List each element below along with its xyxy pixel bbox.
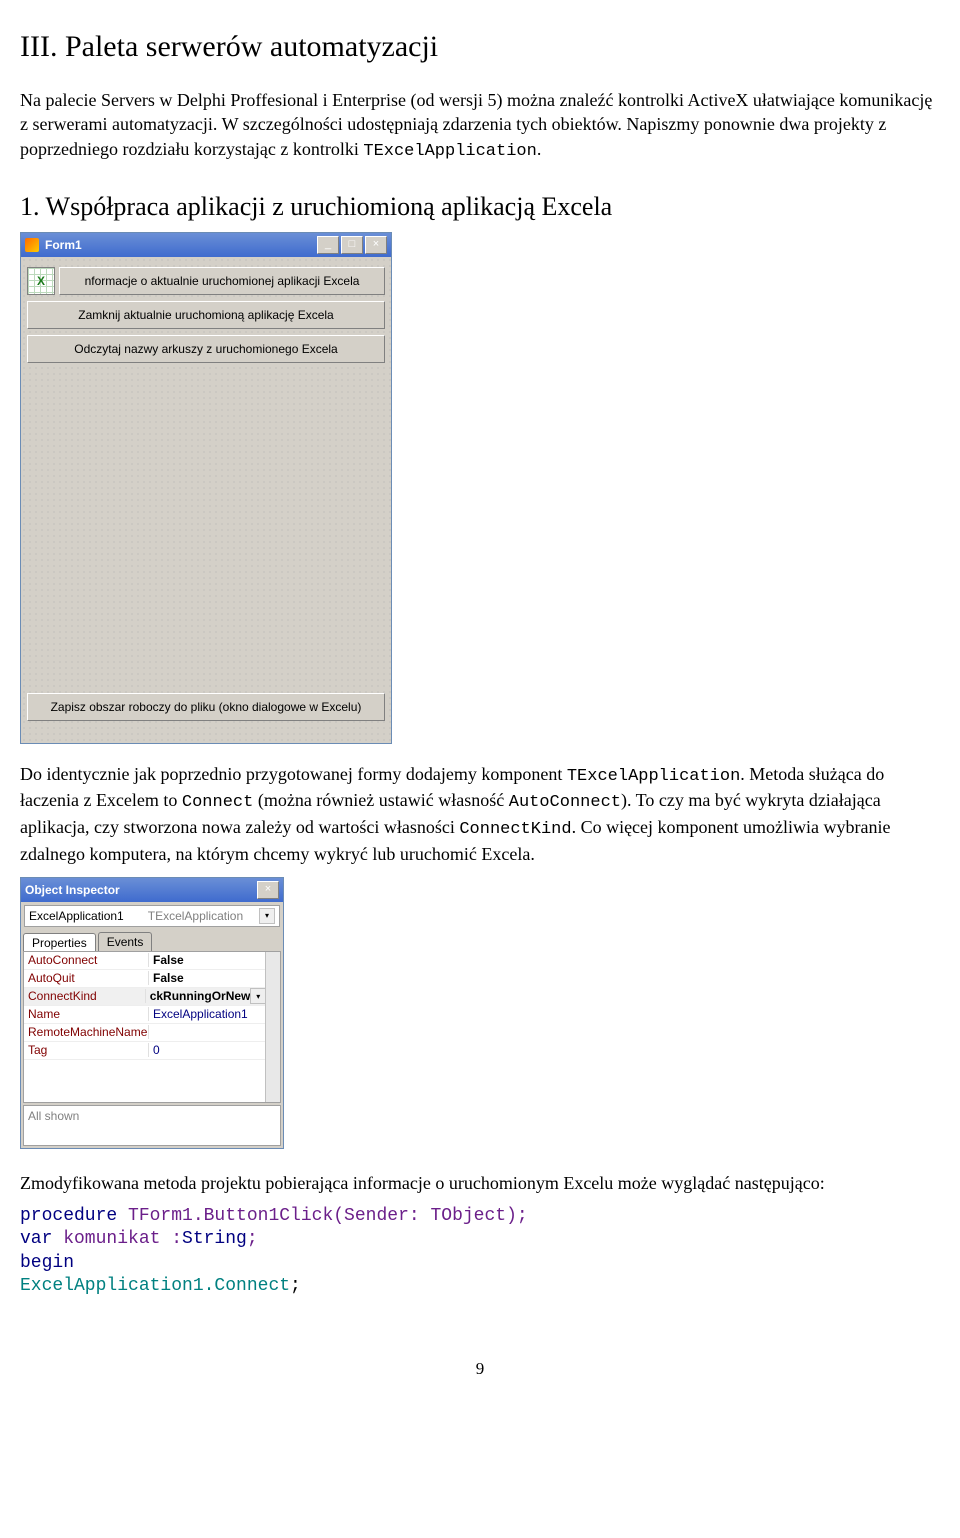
close-button[interactable]: × [257,881,279,899]
keyword: var [20,1229,52,1249]
titlebar[interactable]: Form1 _ □ × [21,233,391,257]
text: (można również ustawić własność [253,790,508,810]
titlebar[interactable]: Object Inspector × [21,878,283,902]
property-name: AutoConnect [24,953,149,967]
object-inspector-window: Object Inspector × ExcelApplication1 TEx… [20,877,284,1149]
page-number: 9 [20,1359,940,1379]
property-name: RemoteMachineName [24,1025,149,1039]
maximize-button[interactable]: □ [341,236,363,254]
code-inline: TExcelApplication [567,767,740,786]
property-value[interactable]: ckRunningOrNew [146,989,251,1003]
tab-properties[interactable]: Properties [23,933,96,952]
app-icon [25,238,39,252]
window-title: Form1 [45,238,317,252]
identifier: ExcelApplication1.Connect [20,1276,290,1296]
tab-events[interactable]: Events [98,932,153,951]
property-value[interactable]: False [149,953,184,967]
info-button[interactable]: nformacje o aktualnie uruchomionej aplik… [59,267,385,295]
close-button[interactable]: × [365,236,387,254]
property-name: Tag [24,1043,149,1057]
property-row[interactable]: ConnectKind ckRunningOrNew ▾ [24,988,280,1006]
text: . [537,139,542,159]
heading-main: III. Paleta serwerów automatyzacji [20,30,940,64]
text: Do identycznie jak poprzednio przygotowa… [20,764,567,784]
scrollbar[interactable] [265,952,280,1102]
chevron-down-icon[interactable]: ▾ [259,908,275,924]
property-grid[interactable]: AutoConnect False AutoQuit False Connect… [23,951,281,1103]
paragraph-mid: Do identycznie jak poprzednio przygotowa… [20,762,940,867]
punct: ; [247,1229,258,1249]
minimize-button[interactable]: _ [317,236,339,254]
close-excel-button[interactable]: Zamknij aktualnie uruchomioną aplikację … [27,301,385,329]
heading-sub-1: 1. Współpraca aplikacji z uruchiomioną a… [20,192,940,222]
property-row[interactable]: Name ExcelApplication1 [24,1006,280,1024]
code-inline: AutoConnect [509,793,621,812]
excel-application-icon[interactable]: X [27,267,55,295]
property-row[interactable]: AutoConnect False [24,952,280,970]
property-row[interactable]: Tag 0 [24,1042,280,1060]
chevron-down-icon[interactable]: ▾ [250,988,266,1004]
code-inline: Connect [182,793,253,812]
punct: ; [290,1276,301,1296]
read-sheets-button[interactable]: Odczytaj nazwy arkuszy z uruchomionego E… [27,335,385,363]
selected-component: ExcelApplication1 [29,909,124,923]
property-value[interactable]: 0 [149,1043,160,1057]
delphi-form-window: Form1 _ □ × X nformacje o aktualnie uruc… [20,232,392,744]
code-block: procedure TForm1.Button1Click(Sender: TO… [20,1205,940,1299]
inspector-tabs: Properties Events [21,930,283,951]
inspector-footer: All shown [23,1105,281,1146]
property-value[interactable]: ExcelApplication1 [149,1007,248,1021]
property-row[interactable]: AutoQuit False [24,970,280,988]
identifier: komunikat : [52,1229,182,1249]
identifier: TForm1.Button1Click(Sender: TObject); [117,1206,527,1226]
code-inline: TExcelApplication [363,142,536,161]
code-inline: ConnectKind [459,820,571,839]
property-value[interactable]: False [149,971,184,985]
keyword: String [182,1229,247,1249]
form-client-area: X nformacje o aktualnie uruchomionej apl… [21,257,391,743]
window-title: Object Inspector [25,883,257,897]
paragraph-outro: Zmodyfikowana metoda projektu pobierając… [20,1171,940,1195]
property-name: ConnectKind [24,989,146,1003]
property-name: Name [24,1007,149,1021]
paragraph-intro: Na palecie Servers w Delphi Proffesional… [20,88,940,164]
property-name: AutoQuit [24,971,149,985]
component-selector[interactable]: ExcelApplication1 TExcelApplication ▾ [24,905,280,927]
save-workspace-button[interactable]: Zapisz obszar roboczy do pliku (okno dia… [27,693,385,721]
keyword: procedure [20,1206,117,1226]
keyword: begin [20,1253,74,1273]
property-row[interactable]: RemoteMachineName [24,1024,280,1042]
component-type: TExcelApplication [148,909,243,923]
